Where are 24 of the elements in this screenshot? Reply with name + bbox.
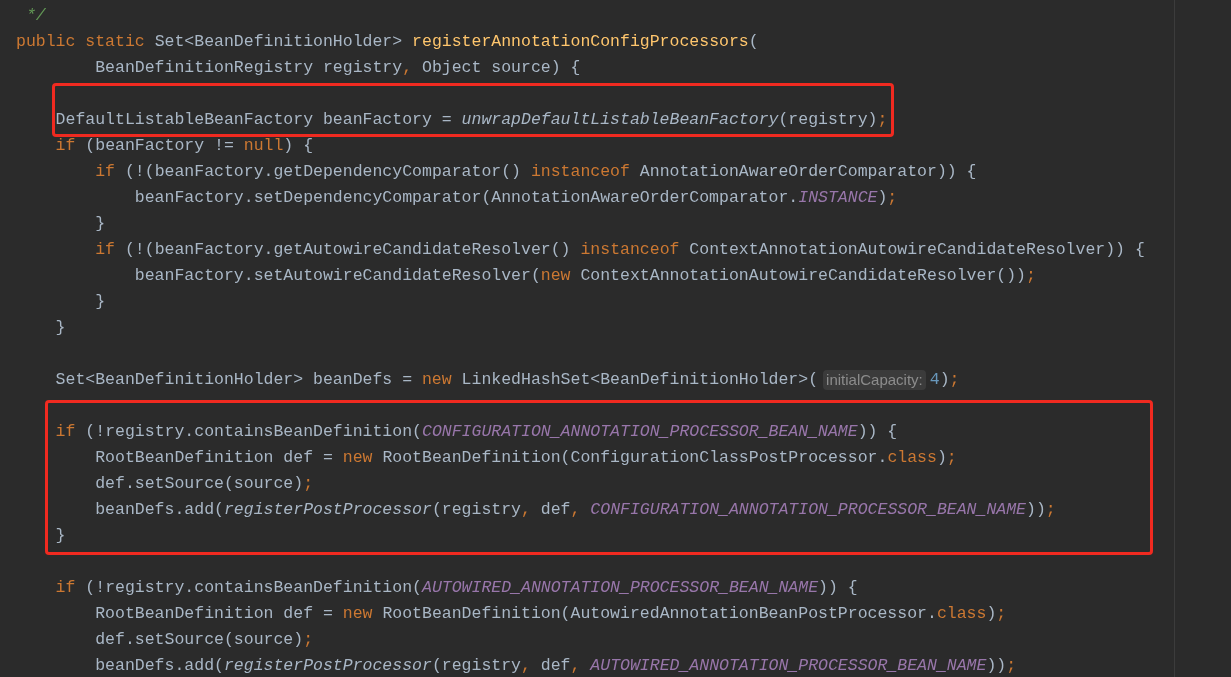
- code-text: if (!(beanFactory.getAutowireCandidateResolver() instanceof ContextAnnotationAutowireCandidateResolver)) {: [94, 239, 1145, 261]
- code-text: Set<BeanDefinitionHolder> beanDefs = new LinkedHashSet<BeanDefinitionHolder>(: [54, 369, 819, 391]
- code-text: beanDefs.add(registerPostProcessor(registry, def, CONFIGURATION_ANNOTATION_PROCESSOR_BEAN_NAME));: [94, 499, 1056, 521]
- code-text: BeanDefinitionRegistry registry, Object source) {: [94, 57, 581, 79]
- code-text: */: [24, 5, 46, 27]
- code-text: RootBeanDefinition def = new RootBeanDefinition(AutowiredAnnotationBeanPostProcessor.class);: [94, 603, 1007, 625]
- code-text: if (!registry.containsBeanDefinition(AUTOWIRED_ANNOTATION_PROCESSOR_BEAN_NAME)) {: [54, 577, 858, 599]
- code-text: DefaultListableBeanFactory beanFactory = unwrapDefaultListableBeanFactory(registry);: [54, 109, 888, 131]
- code-text: RootBeanDefinition def = new RootBeanDefinition(ConfigurationClassPostProcessor.class);: [94, 447, 957, 469]
- code-text: }: [94, 291, 106, 313]
- code-text: def.setSource(source);: [94, 473, 314, 495]
- code-text: beanDefs.add(registerPostProcessor(registry, def, AUTOWIRED_ANNOTATION_PROCESSOR_BEAN_NAME));: [94, 655, 1017, 677]
- code-text: beanFactory.setAutowireCandidateResolver(new ContextAnnotationAutowireCandidateResolver());: [133, 265, 1036, 287]
- code-text: 4);: [929, 369, 960, 391]
- code-text: public static Set<BeanDefinitionHolder> registerAnnotationConfigProcessors(: [16, 31, 759, 53]
- code-text: if (!(beanFactory.getDependencyComparator() instanceof AnnotationAwareOrderComparator)) {: [94, 161, 977, 183]
- code-text: }: [54, 525, 66, 547]
- code-text: }: [54, 317, 66, 339]
- code-text: }: [94, 213, 106, 235]
- code-text: if (!registry.containsBeanDefinition(CONFIGURATION_ANNOTATION_PROCESSOR_BEAN_NAME)) {: [54, 421, 898, 443]
- parameter-hint: initialCapacity:: [823, 370, 926, 390]
- code-text: beanFactory.setDependencyComparator(AnnotationAwareOrderComparator.INSTANCE);: [133, 187, 898, 209]
- code-text: if (beanFactory != null) {: [54, 135, 314, 157]
- code-text: def.setSource(source);: [94, 629, 314, 651]
